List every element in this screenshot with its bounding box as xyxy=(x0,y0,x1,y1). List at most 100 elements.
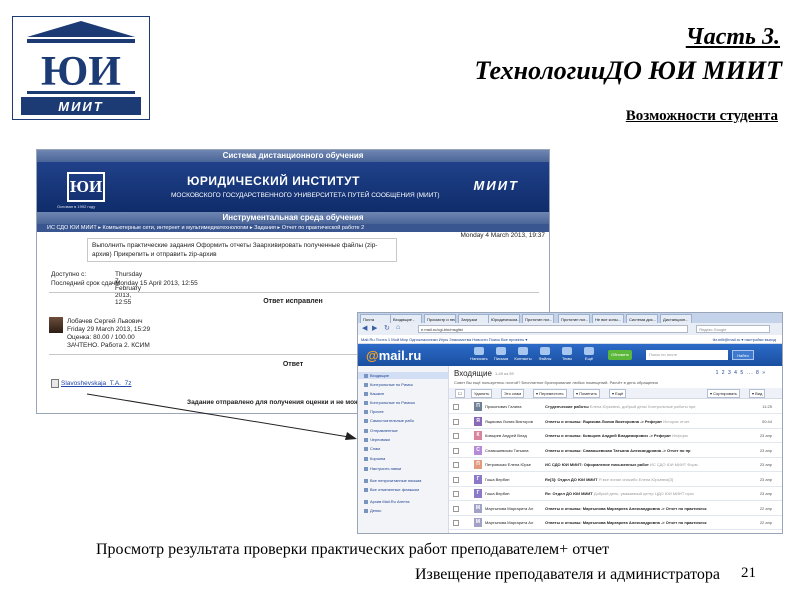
folder-item[interactable]: Спам xyxy=(364,446,380,451)
lms-logo: ЮИ xyxy=(67,172,105,202)
message-subject-line: Студенческие работы Елена Юрьевна, добры… xyxy=(545,404,741,409)
message-row[interactable]: П Петровская Елена Юрье ИС СДО ЮИ МИИТ: Оф… xyxy=(449,458,782,472)
nav-more[interactable]: Ещё xyxy=(578,347,600,361)
message-checkbox[interactable] xyxy=(453,491,459,497)
browser-tab[interactable]: Прототип пог... xyxy=(558,314,590,323)
mail-search-input[interactable]: Поиск по почте xyxy=(646,350,728,360)
message-subject: Ответы и отзывы: Мартынова Маргарита Але… xyxy=(545,520,707,525)
message-date: 11:25 xyxy=(762,404,772,409)
forward-icon[interactable]: ▶ xyxy=(372,324,377,332)
portal-links[interactable]: Mail.Ru Почта 1 Мой Мир Одноклассники Иг… xyxy=(358,335,782,344)
message-row[interactable]: М Мартынова Маргарита Ал Ответы и отзывы: … xyxy=(449,516,782,530)
folder-item[interactable]: Кашкин xyxy=(364,391,384,396)
message-row[interactable]: Я Ящикова Лилия Викторов Ответы и отзывы: … xyxy=(449,415,782,429)
portal-links-text[interactable]: Mail.Ru Почта 1 Мой Мир Одноклассники Иг… xyxy=(361,337,527,342)
nav-contacts[interactable]: Контакты xyxy=(512,347,534,361)
lms-due-date: Последний срок сдачи: Monday 15 April 20… xyxy=(51,280,311,287)
move-button[interactable]: ▾ Переместить xyxy=(533,389,567,398)
folder-icon xyxy=(364,373,368,378)
message-subject: Re[3]: Отдел ДО ЮИ МИИТ xyxy=(545,476,598,482)
message-row[interactable]: С Славошевская Татьяна Ответы и отзывы: Сл… xyxy=(449,444,782,458)
message-checkbox[interactable] xyxy=(453,476,459,483)
folder-item[interactable]: Корзина xyxy=(364,456,385,461)
browser-tab[interactable]: Почта xyxy=(360,314,392,323)
select-all-checkbox[interactable]: ☐ xyxy=(455,389,465,398)
mailru-logo-at: @ xyxy=(366,348,379,363)
browser-tab[interactable]: Загрузки xyxy=(458,314,490,323)
attached-file-link[interactable]: Slavoshevskaja_T.A._7z xyxy=(51,379,131,388)
message-checkbox[interactable] xyxy=(453,433,459,439)
message-row[interactable]: П Прокопович Галина Студенческие работы Ел… xyxy=(449,400,782,414)
folder-item[interactable]: Настроить папки xyxy=(364,466,401,471)
spam-button[interactable]: Это спам xyxy=(501,389,525,398)
browser-tab[interactable]: Юридическом... xyxy=(488,314,520,323)
message-checkbox[interactable] xyxy=(453,404,459,410)
folder-item[interactable]: Архив Mail.Ru Агента xyxy=(364,499,409,504)
message-checkbox[interactable] xyxy=(453,447,459,454)
browser-tab[interactable]: Прототип пог... xyxy=(522,314,554,323)
refresh-button[interactable]: Обновить xyxy=(608,350,633,360)
browser-search-field[interactable]: Яндекс.Google xyxy=(696,325,770,333)
pagination[interactable]: 1 2 3 4 5 ... 8 » xyxy=(716,370,766,376)
browser-tab[interactable]: Дистанцион... xyxy=(660,314,692,323)
more-actions-button[interactable]: ▾ Ещё xyxy=(609,389,627,398)
folder-icon xyxy=(364,400,368,405)
folder-icon xyxy=(364,382,368,387)
folder-label: Корзина xyxy=(370,456,386,461)
browser-tab[interactable]: Просмотр и нес... xyxy=(424,314,456,323)
reload-icon[interactable]: ↻ xyxy=(384,324,390,332)
nav-letters[interactable]: Письма xyxy=(490,347,512,361)
message-row[interactable]: Г Гоша Вербин Re: Отдел ДО ЮИ МИИТ Добрый … xyxy=(449,487,782,501)
message-row[interactable]: Г Гоша Вербин Re[3]: Отдел ДО ЮИ МИИТ Я вс… xyxy=(449,473,782,487)
mail-search-button[interactable]: Найти xyxy=(732,350,754,360)
folder-item[interactable]: Отправленные xyxy=(364,428,398,433)
lms-banner: ЮИ Основан в 1992 году ЮРИДИЧЕСКИЙ ИНСТИ… xyxy=(37,162,549,212)
message-row[interactable]: К Ковырев Андрей Влад Ответы и отзывы: Ков… xyxy=(449,429,782,443)
sender-avatar: К xyxy=(474,431,482,440)
message-checkbox[interactable] xyxy=(453,418,459,425)
delete-button[interactable]: Удалить xyxy=(471,389,493,398)
caption-line1: Просмотр результата проверки практически… xyxy=(96,541,610,558)
folder-item[interactable]: Денис xyxy=(364,508,381,513)
message-checkbox[interactable] xyxy=(453,462,459,468)
nav-compose[interactable]: Написать xyxy=(468,347,490,361)
message-sender: Мартынова Маргарита Ал xyxy=(485,505,534,511)
folder-icon xyxy=(364,446,368,451)
message-checkbox[interactable] xyxy=(453,520,459,526)
ad-notice[interactable]: Совет Вы ещё пользуетесь почтой? Бесплат… xyxy=(454,380,658,385)
folder-label: Прочее xyxy=(370,409,384,414)
folder-icon xyxy=(364,487,368,492)
browser-tab[interactable]: Входящие - xyxy=(390,314,422,323)
sort-button[interactable]: ▾ Сортировать xyxy=(707,389,741,398)
folder-label: Все отмеченные флажком xyxy=(370,487,419,492)
lms-due-value: Monday 15 April 2013, 12:55 xyxy=(115,280,198,287)
user-links[interactable]: tkr.miit@mail.ru ▾ настройки выход xyxy=(713,335,776,343)
attached-file-name[interactable]: Slavoshevskaja_T.A._7z xyxy=(61,380,131,387)
folder-item[interactable]: Прочее xyxy=(364,409,384,414)
lms-available-label: Доступно с: xyxy=(51,271,87,278)
folder-item[interactable]: Контрольные по Римско xyxy=(364,400,415,405)
browser-tab[interactable]: Не все копы... xyxy=(592,314,624,323)
logo-wordmark: МИИТ xyxy=(58,99,103,114)
folder-item[interactable]: Черновики xyxy=(364,437,390,442)
nav-themes[interactable]: Темы xyxy=(556,347,578,361)
message-checkbox[interactable] xyxy=(453,505,459,512)
lms-breadcrumb[interactable]: ИС СДО ЮИ МИИТ ▸ Компьютерные сети, инте… xyxy=(37,224,549,232)
nav-files[interactable]: Файлы xyxy=(534,347,556,361)
slide-subtitle: Возможности студента xyxy=(625,108,778,124)
view-button[interactable]: ▾ Вид xyxy=(749,389,766,398)
folder-item[interactable]: Все непрочитанные письма xyxy=(364,478,421,483)
folder-item[interactable]: Самостоятельные рабо xyxy=(364,418,414,423)
mark-button[interactable]: ▾ Пометить xyxy=(573,389,601,398)
folder-item[interactable]: Все отмеченные флажком xyxy=(364,487,419,492)
browser-tab[interactable]: Система дис... xyxy=(626,314,658,323)
message-row[interactable]: М Мартынова Маргарита Ал Ответы и отзывы: … xyxy=(449,502,782,516)
home-icon[interactable]: ⌂ xyxy=(396,324,400,331)
folder-item[interactable]: Входящие xyxy=(358,372,448,379)
back-icon[interactable]: ◀ xyxy=(362,324,367,332)
folder-item[interactable]: Контрольные по Римск xyxy=(364,382,413,387)
url-field[interactable]: e.mail.ru/cgi-bin/msglist xyxy=(418,325,688,333)
message-list-panel: Входящие 1-49 из 59 1 2 3 4 5 ... 8 » Со… xyxy=(449,366,782,533)
mailru-logo[interactable]: @mail.ru xyxy=(366,348,421,363)
lms-institute-subtitle: МОСКОВСКОГО ГОСУДАРСТВЕННОГО УНИВЕРСИТЕТ… xyxy=(171,192,440,199)
